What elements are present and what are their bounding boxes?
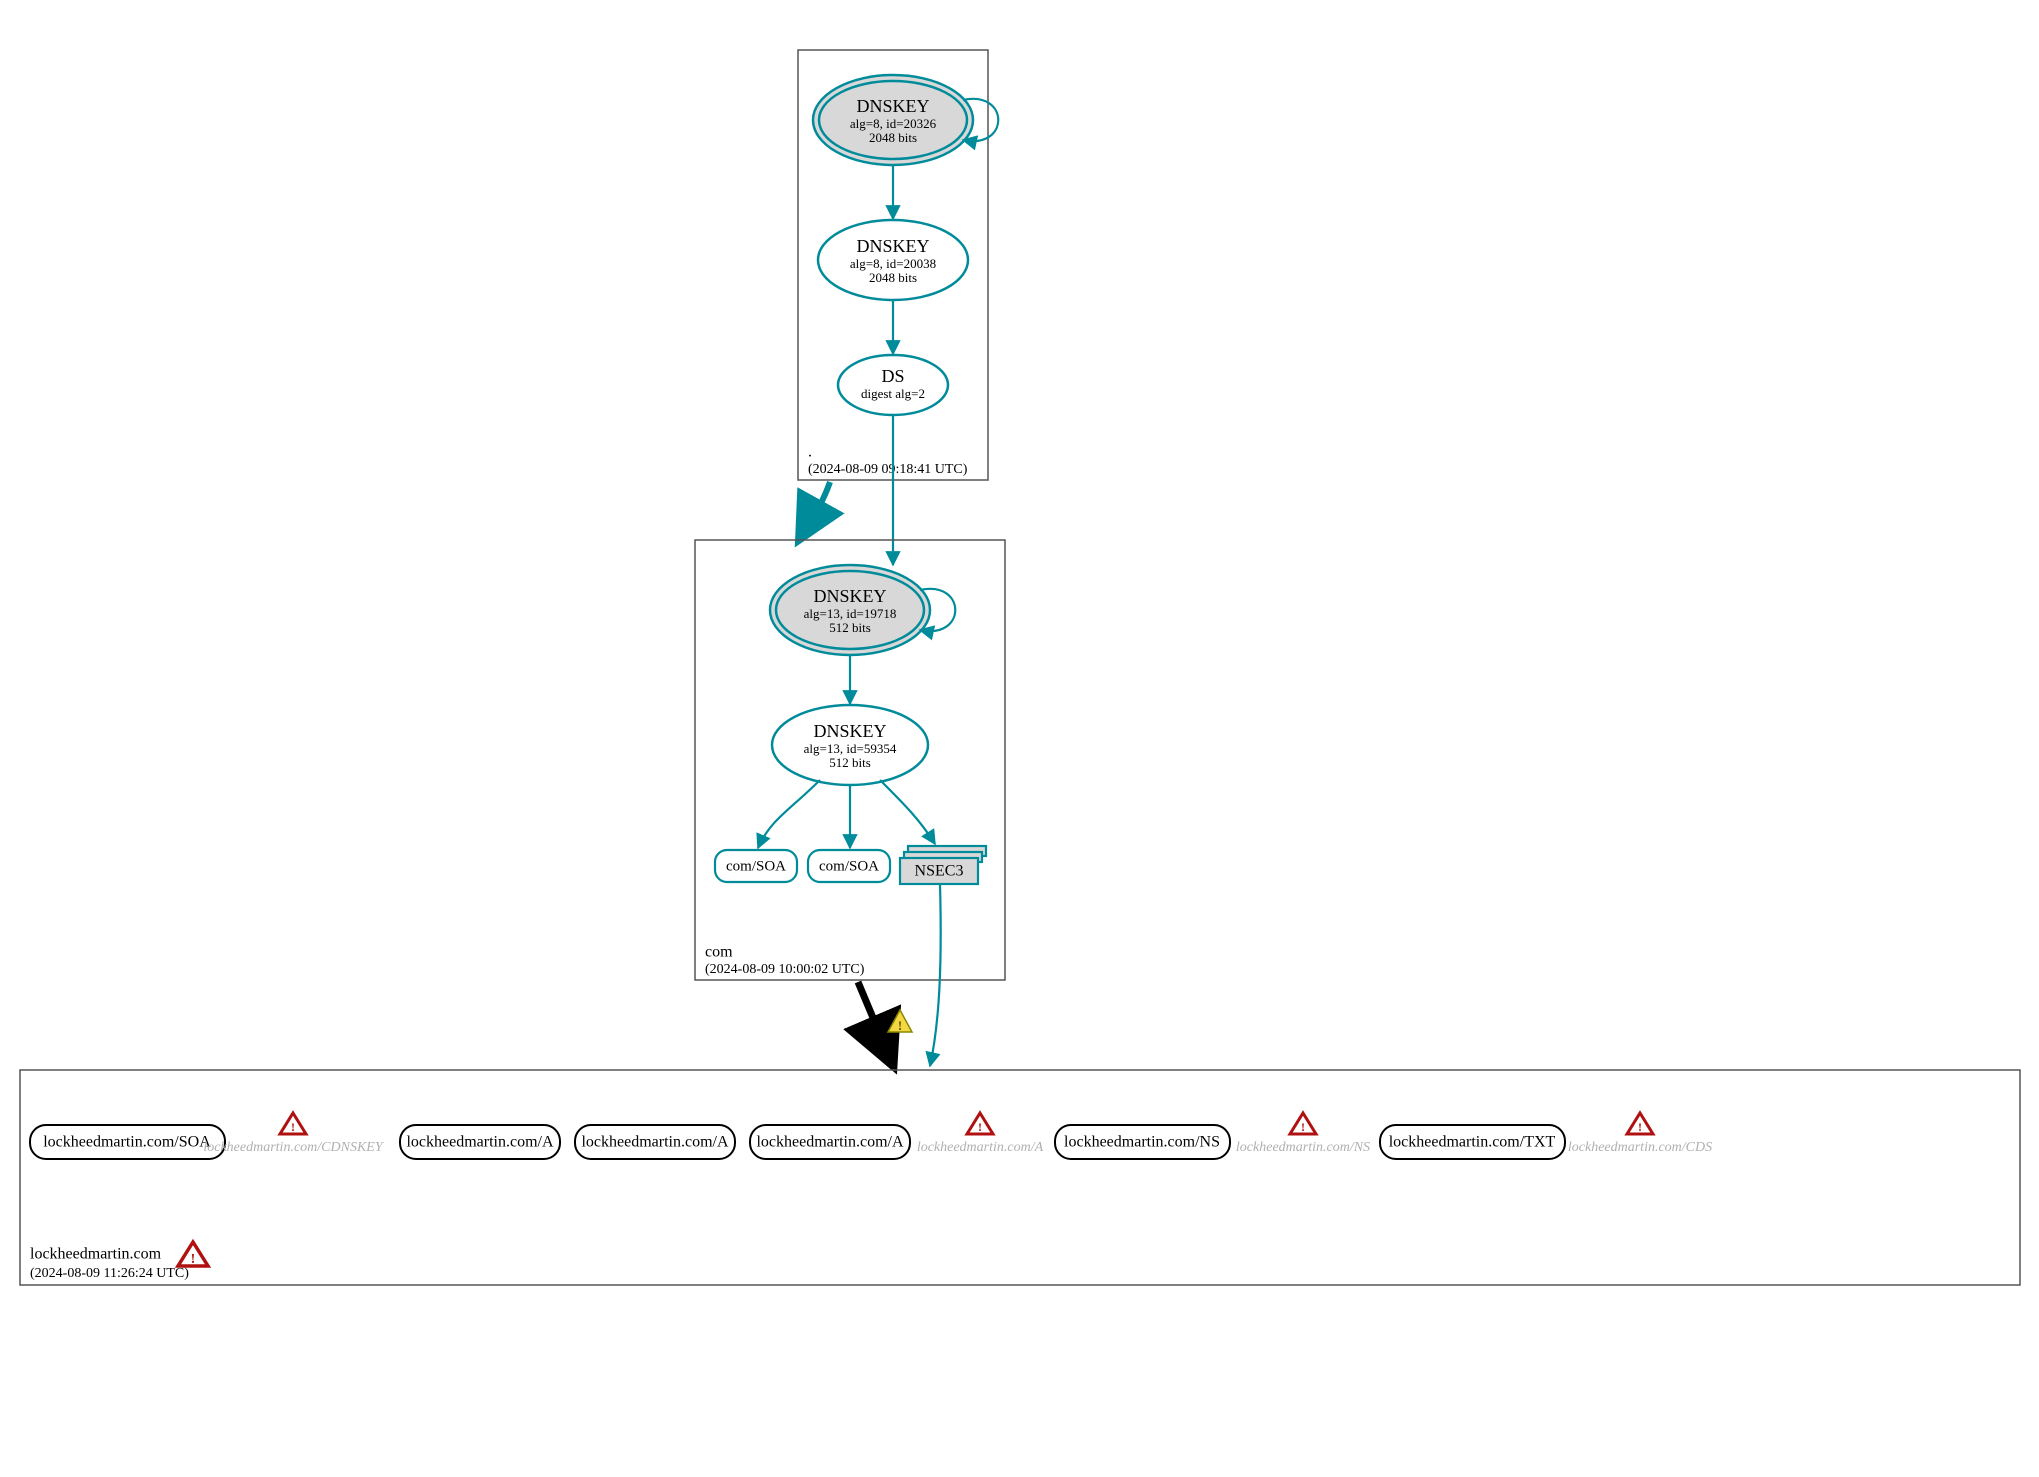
zone-com-ts: (2024-08-09 10:00:02 UTC) [705, 962, 865, 977]
svg-text:alg=8, id=20326: alg=8, id=20326 [850, 116, 937, 131]
edge-comzsk-nsec3 [880, 780, 935, 844]
warning-icon: ! [280, 1113, 306, 1134]
svg-text:!: ! [291, 1120, 295, 1134]
svg-text:alg=13, id=19718: alg=13, id=19718 [804, 606, 897, 621]
rr-lm-txt: lockheedmartin.com/TXT [1380, 1125, 1565, 1159]
svg-text:digest alg=2: digest alg=2 [861, 386, 925, 401]
rr-lm-cds-warn: ! lockheedmartin.com/CDS [1568, 1113, 1712, 1155]
svg-text:!: ! [1638, 1120, 1642, 1134]
edge-com-to-lm-delegation [858, 982, 892, 1063]
svg-text:alg=13, id=59354: alg=13, id=59354 [804, 741, 897, 756]
warning-icon: ! [967, 1113, 993, 1134]
svg-text:2048 bits: 2048 bits [869, 130, 917, 145]
com-soa1-node: com/SOA [715, 850, 797, 882]
svg-text:lockheedmartin.com/A: lockheedmartin.com/A [756, 1134, 904, 1151]
svg-text:512 bits: 512 bits [829, 755, 871, 770]
rr-lm-ns2-warn: ! lockheedmartin.com/NS [1236, 1113, 1370, 1155]
rr-lm-a3: lockheedmartin.com/A [750, 1125, 910, 1159]
dnssec-diagram: . (2024-08-09 09:18:41 UTC) DNSKEY alg=8… [0, 0, 2039, 1477]
com-ksk-node: DNSKEY alg=13, id=19718 512 bits [770, 565, 930, 655]
zone-root: . (2024-08-09 09:18:41 UTC) DNSKEY alg=8… [798, 50, 998, 480]
svg-text:lockheedmartin.com/CDS: lockheedmartin.com/CDS [1568, 1140, 1712, 1155]
zone-lockheedmartin: lockheedmartin.com (2024-08-09 11:26:24 … [20, 1070, 2020, 1285]
svg-text:NSEC3: NSEC3 [915, 863, 964, 880]
svg-text:DNSKEY: DNSKEY [813, 586, 886, 606]
com-soa2-node: com/SOA [808, 850, 890, 882]
svg-text:alg=8, id=20038: alg=8, id=20038 [850, 256, 936, 271]
svg-text:lockheedmartin.com/A: lockheedmartin.com/A [406, 1134, 554, 1151]
warning-icon-zone: ! [178, 1242, 208, 1267]
svg-text:lockheedmartin.com/CDNSKEY: lockheedmartin.com/CDNSKEY [203, 1140, 384, 1155]
svg-text:lockheedmartin.com/A: lockheedmartin.com/A [917, 1140, 1044, 1155]
com-nsec3-node: NSEC3 [900, 846, 986, 884]
zone-com-label: com [705, 943, 733, 960]
svg-text:lockheedmartin.com/A: lockheedmartin.com/A [581, 1134, 729, 1151]
zone-lm-ts: (2024-08-09 11:26:24 UTC) [30, 1266, 189, 1281]
com-zsk-node: DNSKEY alg=13, id=59354 512 bits [772, 705, 928, 785]
svg-text:com/SOA: com/SOA [726, 858, 786, 874]
svg-text:DNSKEY: DNSKEY [856, 96, 929, 116]
svg-text:lockheedmartin.com/SOA: lockheedmartin.com/SOA [43, 1134, 211, 1151]
svg-text:!: ! [191, 1252, 196, 1267]
zone-root-ts: (2024-08-09 09:18:41 UTC) [808, 462, 968, 477]
svg-text:!: ! [978, 1120, 982, 1134]
svg-text:com/SOA: com/SOA [819, 858, 879, 874]
svg-text:DNSKEY: DNSKEY [856, 236, 929, 256]
svg-text:lockheedmartin.com/NS: lockheedmartin.com/NS [1064, 1134, 1220, 1151]
rr-lm-a1: lockheedmartin.com/A [400, 1125, 560, 1159]
root-zsk-node: DNSKEY alg=8, id=20038 2048 bits [818, 220, 968, 300]
edge-comzsk-soa1 [758, 780, 820, 848]
svg-text:DNSKEY: DNSKEY [813, 721, 886, 741]
edge-nsec3-to-lm [930, 884, 941, 1066]
root-ds-node: DS digest alg=2 [838, 355, 948, 415]
svg-text:lockheedmartin.com/NS: lockheedmartin.com/NS [1236, 1140, 1370, 1155]
warning-icon-yellow: ! [888, 1010, 912, 1033]
rr-lm-a4-warn: ! lockheedmartin.com/A [917, 1113, 1044, 1155]
svg-text:DS: DS [881, 366, 904, 386]
warning-icon: ! [1290, 1113, 1316, 1134]
warning-icon: ! [1627, 1113, 1653, 1134]
svg-text:!: ! [898, 1018, 902, 1033]
rr-lm-soa: lockheedmartin.com/SOA [30, 1125, 225, 1159]
rr-lm-cdnskey-warn: ! lockheedmartin.com/CDNSKEY [203, 1113, 384, 1155]
zone-com: com (2024-08-09 10:00:02 UTC) DNSKEY alg… [695, 540, 1005, 980]
svg-text:2048 bits: 2048 bits [869, 270, 917, 285]
root-ksk-node: DNSKEY alg=8, id=20326 2048 bits [813, 75, 973, 165]
rr-lm-ns1: lockheedmartin.com/NS [1055, 1125, 1230, 1159]
rr-lm-a2: lockheedmartin.com/A [575, 1125, 735, 1159]
svg-text:!: ! [1301, 1120, 1305, 1134]
edge-root-to-com-delegation [800, 482, 830, 538]
zone-root-label: . [808, 443, 812, 460]
svg-text:lockheedmartin.com/TXT: lockheedmartin.com/TXT [1389, 1134, 1556, 1151]
svg-text:512 bits: 512 bits [829, 620, 871, 635]
zone-lm-label: lockheedmartin.com [30, 1245, 162, 1262]
